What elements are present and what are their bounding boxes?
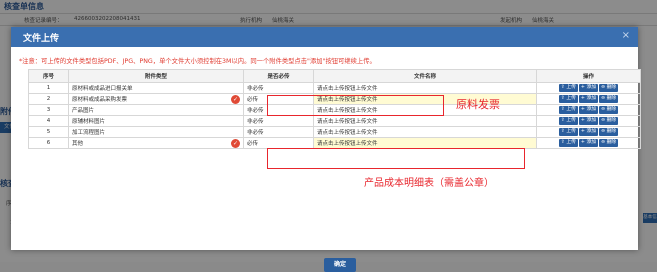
delete-label: 删除 bbox=[606, 129, 617, 134]
delete-button[interactable]: ⊖ 删除 bbox=[599, 106, 619, 114]
row-no: 3 bbox=[28, 104, 69, 116]
upload-label: 上传 bbox=[566, 118, 576, 123]
file-name: 请点击上传按钮上传文件 bbox=[313, 137, 537, 149]
row-no: 6 bbox=[28, 137, 69, 149]
table-header-row: 序号 附件类型 是否必传 文件名称 操作 bbox=[28, 69, 641, 83]
column-header: 文件名称 bbox=[313, 69, 537, 83]
table-row: 4 原辅材料图片 非必传 请点击上传按钮上传文件 ⇪ 上传 + 添加 ⊖ 删除 bbox=[28, 115, 641, 127]
attachment-type: 产品图片 bbox=[68, 104, 244, 116]
attachment-type: 原材料或成品采购发票 ✓ bbox=[68, 93, 244, 105]
cost-table-annotation-text: 产品成本明细表（需盖公章） bbox=[364, 178, 494, 189]
file-upload-dialog: 文件上传 × *注意：可上传的文件类型包括PDF、JPG、PNG，单个文件大小须… bbox=[11, 27, 641, 272]
row-actions: ⇪ 上传 + 添加 ⊖ 删除 bbox=[536, 126, 641, 138]
table-row: 6 其他 ✓ 必传 请点击上传按钮上传文件 ⇪ 上传 + 添加 ⊖ 删除 bbox=[28, 137, 641, 149]
delete-button[interactable]: ⊖ 删除 bbox=[599, 95, 619, 103]
row-no: 1 bbox=[28, 82, 69, 94]
dialog-header: 文件上传 × bbox=[11, 27, 638, 47]
row-no: 2 bbox=[28, 93, 69, 105]
close-icon[interactable]: × bbox=[622, 30, 630, 41]
column-header: 操作 bbox=[536, 69, 641, 83]
column-header: 是否必传 bbox=[243, 69, 314, 83]
upload-label: 上传 bbox=[566, 140, 576, 145]
upload-label: 上传 bbox=[566, 85, 576, 90]
delete-button[interactable]: ⊖ 删除 bbox=[599, 117, 619, 125]
delete-label: 删除 bbox=[606, 118, 617, 123]
add-label: 添加 bbox=[586, 129, 597, 134]
add-button[interactable]: + 添加 bbox=[578, 106, 599, 114]
delete-label: 删除 bbox=[606, 107, 617, 112]
upload-button[interactable]: ⇪ 上传 bbox=[558, 128, 578, 136]
table-row: 5 加工流程图片 非必传 请点击上传按钮上传文件 ⇪ 上传 + 添加 ⊖ 删除 bbox=[28, 126, 641, 138]
table-row: 1 原材料或成品进口报关单 非必传 请点击上传按钮上传文件 ⇪ 上传 + 添加 ⊖ 删除 bbox=[28, 82, 641, 94]
invoice-annotation-box bbox=[267, 95, 444, 116]
delete-label: 删除 bbox=[606, 140, 617, 145]
attachment-type: 加工流程图片 bbox=[68, 126, 244, 138]
attachment-type: 其他 ✓ bbox=[68, 137, 244, 149]
add-label: 添加 bbox=[586, 140, 597, 145]
attachment-type-label: 原材料或成品进口报关单 bbox=[72, 86, 133, 92]
column-header: 附件类型 bbox=[68, 69, 244, 83]
attachment-type-label: 加工流程图片 bbox=[72, 130, 106, 136]
file-name: 请点击上传按钮上传文件 bbox=[313, 115, 537, 127]
add-label: 添加 bbox=[586, 107, 597, 112]
add-label: 添加 bbox=[586, 85, 597, 90]
add-button[interactable]: + 添加 bbox=[578, 117, 599, 125]
required-flag: 必传 bbox=[243, 137, 314, 149]
upload-button[interactable]: ⇪ 上传 bbox=[558, 106, 578, 114]
upload-notice: *注意：可上传的文件类型包括PDF、JPG、PNG，单个文件大小须控制在3M以内… bbox=[19, 58, 376, 65]
attachment-type: 原辅材料图片 bbox=[68, 115, 244, 127]
required-flag: 非必传 bbox=[243, 115, 314, 127]
upload-button[interactable]: ⇪ 上传 bbox=[558, 117, 578, 125]
add-button[interactable]: + 添加 bbox=[578, 128, 599, 136]
row-actions: ⇪ 上传 + 添加 ⊖ 删除 bbox=[536, 115, 641, 127]
row-actions: ⇪ 上传 + 添加 ⊖ 删除 bbox=[536, 137, 641, 149]
row-actions: ⇪ 上传 + 添加 ⊖ 删除 bbox=[536, 82, 641, 94]
check-icon: ✓ bbox=[231, 94, 240, 104]
attachment-type-label: 产品图片 bbox=[72, 108, 95, 114]
required-flag: 非必传 bbox=[243, 82, 314, 94]
delete-label: 删除 bbox=[606, 96, 617, 101]
upload-label: 上传 bbox=[566, 96, 576, 101]
attachment-type-label: 其他 bbox=[72, 140, 84, 147]
upload-label: 上传 bbox=[566, 129, 576, 134]
row-actions: ⇪ 上传 + 添加 ⊖ 删除 bbox=[536, 93, 641, 105]
attachment-type: 原材料或成品进口报关单 bbox=[68, 82, 244, 94]
delete-label: 删除 bbox=[606, 85, 617, 90]
delete-button[interactable]: ⊖ 删除 bbox=[599, 139, 619, 147]
confirm-button[interactable]: 确定 bbox=[324, 258, 356, 272]
add-button[interactable]: + 添加 bbox=[578, 95, 599, 103]
row-no: 4 bbox=[28, 115, 69, 127]
file-name: 请点击上传按钮上传文件 bbox=[313, 126, 537, 138]
add-button[interactable]: + 添加 bbox=[578, 139, 599, 147]
check-icon: ✓ bbox=[231, 138, 240, 148]
required-flag: 非必传 bbox=[243, 126, 314, 138]
file-name: 请点击上传按钮上传文件 bbox=[313, 82, 537, 94]
add-label: 添加 bbox=[586, 96, 597, 101]
add-button[interactable]: + 添加 bbox=[578, 84, 599, 92]
cost-table-annotation-box bbox=[267, 148, 525, 169]
invoice-annotation-text: 原料发票 bbox=[456, 98, 500, 111]
row-no: 5 bbox=[28, 126, 69, 138]
add-label: 添加 bbox=[586, 118, 597, 123]
attachment-type-label: 原材料或成品采购发票 bbox=[72, 96, 128, 103]
row-actions: ⇪ 上传 + 添加 ⊖ 删除 bbox=[536, 104, 641, 116]
upload-label: 上传 bbox=[566, 107, 576, 112]
column-header: 序号 bbox=[28, 69, 69, 83]
upload-button[interactable]: ⇪ 上传 bbox=[558, 95, 578, 103]
dialog-title: 文件上传 bbox=[23, 34, 60, 44]
attachment-type-label: 原辅材料图片 bbox=[72, 119, 106, 125]
upload-button[interactable]: ⇪ 上传 bbox=[558, 139, 578, 147]
delete-button[interactable]: ⊖ 删除 bbox=[599, 128, 619, 136]
delete-button[interactable]: ⊖ 删除 bbox=[599, 84, 619, 92]
upload-button[interactable]: ⇪ 上传 bbox=[558, 84, 578, 92]
